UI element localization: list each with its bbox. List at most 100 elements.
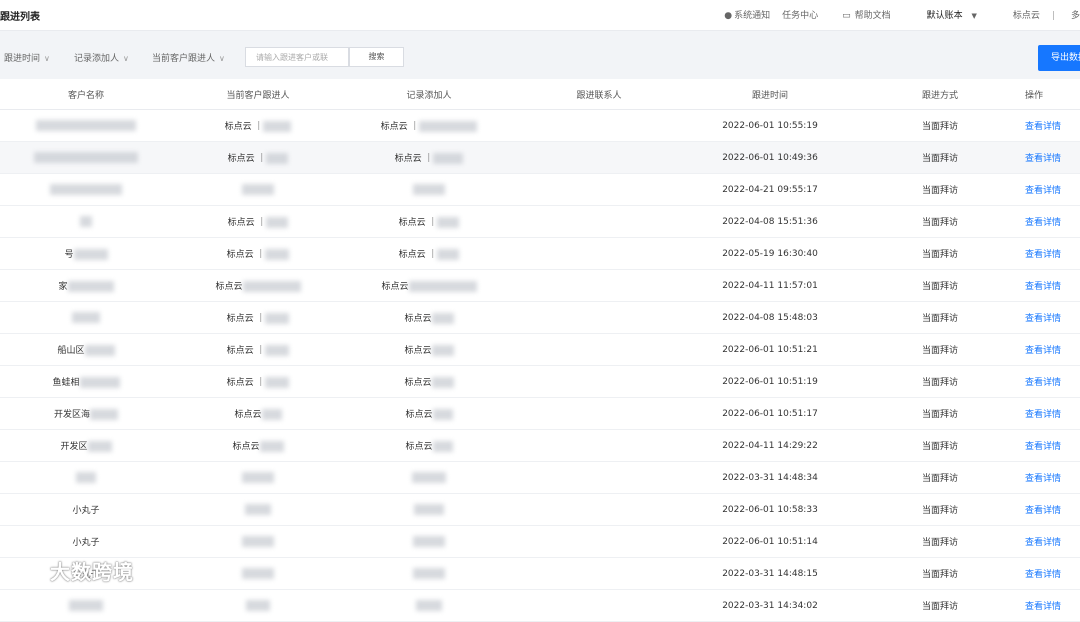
notifications-link[interactable]: ● 系统通知	[712, 8, 770, 21]
redaction-blur	[84, 345, 115, 356]
customer-cell: 船山区	[0, 333, 172, 366]
search-button[interactable]: 搜索	[349, 47, 404, 67]
view-details-link[interactable]: 查看详情	[1025, 602, 1061, 612]
view-details-link[interactable]: 查看详情	[1025, 538, 1061, 548]
action-cell: 查看详情	[1024, 525, 1080, 558]
search-input[interactable]	[245, 47, 349, 67]
table-row[interactable]: 小丸子 2022-03-31 14:48:15 当面拜访 查看详情	[0, 557, 1080, 590]
adder-text: 标点云 ｜	[398, 250, 438, 260]
follower-cell	[172, 461, 344, 494]
column-header: 操作	[1024, 79, 1080, 110]
time-cell: 2022-04-08 15:48:03	[684, 301, 856, 334]
help-docs-link[interactable]: ▭ 帮助文档	[830, 8, 891, 21]
table-row[interactable]: 2022-04-21 09:55:17 当面拜访 查看详情	[0, 173, 1080, 206]
table-row[interactable]: 号 标点云 ｜ 标点云 ｜ 2022-05-19 16:30:40 当面拜访 查看详情	[0, 237, 1080, 270]
follower-cell	[172, 525, 344, 558]
follower-text: 标点云 ｜	[226, 314, 266, 324]
table-row[interactable]: 开发区 标点云 标点云 2022-04-11 14:29:22 当面拜访 查看详情	[0, 429, 1080, 462]
customer-cell: 鱼蛙相	[0, 365, 172, 398]
contact-cell	[514, 429, 684, 462]
view-details-link[interactable]: 查看详情	[1025, 442, 1061, 452]
contact-cell	[514, 237, 684, 270]
action-cell: 查看详情	[1024, 237, 1080, 270]
contact-cell	[514, 173, 684, 206]
adder-cell: 标点云	[344, 301, 514, 334]
contact-cell	[514, 589, 684, 622]
follower-cell: 标点云	[172, 429, 344, 462]
record-adder-label: 记录添加人	[74, 54, 120, 64]
adder-cell	[344, 557, 514, 590]
redaction-blur	[79, 377, 120, 388]
current-follower-filter[interactable]: 当前客户跟进人 ∨	[152, 51, 225, 64]
redaction-blur	[437, 217, 460, 228]
export-button[interactable]: 导出数据	[1038, 45, 1080, 71]
view-details-link[interactable]: 查看详情	[1025, 474, 1061, 484]
table-row[interactable]: 2022-03-31 14:48:34 当面拜访 查看详情	[0, 461, 1080, 494]
customer-text: 船山区	[57, 346, 85, 356]
table-row[interactable]: 小丸子 2022-06-01 10:51:14 当面拜访 查看详情	[0, 525, 1080, 558]
time-cell: 2022-05-19 16:30:40	[684, 237, 856, 270]
time-cell: 2022-06-01 10:58:33	[684, 493, 856, 526]
action-cell: 查看详情	[1024, 205, 1080, 238]
view-details-link[interactable]: 查看详情	[1025, 218, 1061, 228]
follower-cell: 标点云 ｜	[172, 141, 344, 174]
record-adder-filter[interactable]: 记录添加人 ∨	[74, 51, 129, 64]
table-row[interactable]: 小丸子 2022-06-01 10:58:33 当面拜访 查看详情	[0, 493, 1080, 526]
table-row[interactable]: 鱼蛙相 标点云 ｜ 标点云 2022-06-01 10:51:19 当面拜访 查看详情	[0, 365, 1080, 398]
redaction-blur	[87, 441, 112, 452]
follower-text: 标点云 ｜	[224, 122, 264, 132]
time-cell: 2022-04-08 15:51:36	[684, 205, 856, 238]
view-details-link[interactable]: 查看详情	[1025, 154, 1061, 164]
table-row[interactable]: 开发区海 标点云 标点云 2022-06-01 10:51:17 当面拜访 查看详情	[0, 397, 1080, 430]
task-center-link[interactable]: 任务中心	[782, 8, 818, 21]
view-details-link[interactable]: 查看详情	[1025, 250, 1061, 260]
adder-text: 标点云 ｜	[394, 154, 434, 164]
redaction-blur	[242, 184, 274, 195]
table-row[interactable]: 标点云 ｜ 标点云 ｜ 2022-04-08 15:51:36 当面拜访 查看详情	[0, 205, 1080, 238]
view-details-link[interactable]: 查看详情	[1025, 346, 1061, 356]
time-cell: 2022-03-31 14:48:15	[684, 557, 856, 590]
view-details-link[interactable]: 查看详情	[1025, 506, 1061, 516]
time-cell: 2022-04-21 09:55:17	[684, 173, 856, 206]
time-cell: 2022-06-01 10:51:19	[684, 365, 856, 398]
account-dropdown[interactable]: 默认账本 ▼	[915, 8, 977, 21]
table-row[interactable]: 2022-03-31 14:34:02 当面拜访 查看详情	[0, 589, 1080, 622]
adder-cell: 标点云	[344, 365, 514, 398]
redaction-blur	[50, 184, 122, 195]
adder-cell	[344, 493, 514, 526]
redaction-blur	[73, 249, 108, 260]
table-row[interactable]: 船山区 标点云 ｜ 标点云 2022-06-01 10:51:21 当面拜访 查看详情	[0, 333, 1080, 366]
contact-cell	[514, 557, 684, 590]
current-follower-label: 当前客户跟进人	[152, 54, 216, 64]
method-cell: 当面拜访	[856, 365, 1024, 398]
adder-text: 标点云 ｜	[380, 122, 420, 132]
view-details-link[interactable]: 查看详情	[1025, 570, 1061, 580]
adder-cell: 标点云 ｜	[344, 141, 514, 174]
help-docs-label: 帮助文档	[854, 11, 891, 21]
company-name[interactable]: 标点云 | 多	[1001, 8, 1080, 21]
contact-cell	[514, 333, 684, 366]
view-details-link[interactable]: 查看详情	[1025, 186, 1061, 196]
follower-cell: 标点云	[172, 397, 344, 430]
view-details-link[interactable]: 查看详情	[1025, 314, 1061, 324]
table-row[interactable]: 家 标点云 标点云 2022-04-11 11:57:01 当面拜访 查看详情	[0, 269, 1080, 302]
filter-bar: 跟进时间∨ 记录添加人∨ 当前客户跟进人∨ 搜索 导出数据	[0, 31, 1080, 79]
column-header: 跟进方式	[856, 79, 1024, 110]
company-label: 标点云	[1012, 11, 1040, 21]
redaction-blur	[265, 313, 290, 324]
adder-cell: 标点云 ｜	[344, 109, 514, 142]
action-cell: 查看详情	[1024, 269, 1080, 302]
view-details-link[interactable]: 查看详情	[1025, 282, 1061, 292]
adder-text: 标点云 ｜	[398, 218, 438, 228]
view-details-link[interactable]: 查看详情	[1025, 378, 1061, 388]
view-details-link[interactable]: 查看详情	[1025, 410, 1061, 420]
view-details-link[interactable]: 查看详情	[1025, 122, 1061, 132]
redaction-blur	[242, 536, 274, 547]
table-row[interactable]: 标点云 ｜ 标点云 ｜ 2022-06-01 10:55:19 当面拜访 查看详情	[0, 109, 1080, 142]
table-row[interactable]: 标点云 ｜ 标点云 ｜ 2022-06-01 10:49:36 当面拜访 查看详情	[0, 141, 1080, 174]
table-row[interactable]: 标点云 ｜ 标点云 2022-04-08 15:48:03 当面拜访 查看详情	[0, 301, 1080, 334]
follow-time-filter[interactable]: 跟进时间 ∨	[4, 51, 50, 64]
redaction-blur	[266, 153, 289, 164]
contact-cell	[514, 525, 684, 558]
redaction-blur	[408, 281, 477, 292]
